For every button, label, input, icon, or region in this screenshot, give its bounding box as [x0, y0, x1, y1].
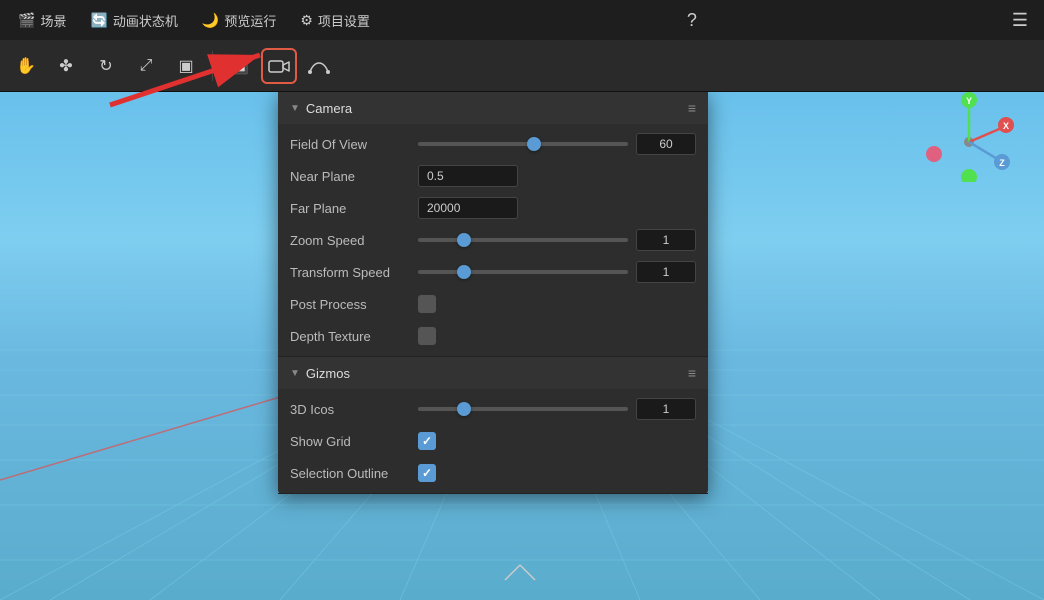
menu-button[interactable]: ☰ [1006, 10, 1034, 31]
near-plane-label: Near Plane [290, 169, 410, 184]
selection-outline-label: Selection Outline [290, 466, 410, 481]
preview-icon: 🌙 [202, 12, 219, 29]
near-plane-control [418, 165, 696, 187]
scene-icon: 🎬 [18, 12, 35, 29]
camera-section: ▼ Camera ≡ Field Of View Near Plane [278, 92, 708, 357]
field-of-view-slider-thumb[interactable] [527, 137, 541, 151]
field-of-view-input[interactable] [636, 133, 696, 155]
menu-animation[interactable]: 🔄 动画状态机 [82, 7, 185, 34]
selection-outline-checkbox[interactable]: ✓ [418, 464, 436, 482]
field-of-view-row: Field Of View [278, 128, 708, 160]
menu-preview[interactable]: 🌙 预览运行 [194, 7, 284, 34]
post-process-checkbox[interactable] [418, 295, 436, 313]
far-plane-input[interactable] [418, 197, 518, 219]
transform-speed-input[interactable] [636, 261, 696, 283]
move-tool-button[interactable]: ✤ [48, 48, 84, 84]
depth-texture-row: Depth Texture [278, 320, 708, 352]
menubar: 🎬 场景 🔄 动画状态机 🌙 预览运行 ⚙ 项目设置 ? ☰ [0, 0, 1044, 40]
3d-icos-input[interactable] [636, 398, 696, 420]
animation-label: 动画状态机 [113, 11, 178, 30]
zoom-speed-label: Zoom Speed [290, 233, 410, 248]
selection-outline-row: Selection Outline ✓ [278, 457, 708, 489]
camera-section-menu-icon[interactable]: ≡ [688, 100, 696, 116]
transform-speed-label: Transform Speed [290, 265, 410, 280]
transform-speed-slider-thumb[interactable] [457, 265, 471, 279]
depth-texture-checkbox[interactable] [418, 327, 436, 345]
toolbar: ✋ ✤ ↻ ⤢ ▣ 🔲 [0, 40, 1044, 92]
gizmo-widget: Y X Z [924, 92, 1014, 182]
selection-outline-checkmark: ✓ [422, 466, 432, 480]
svg-text:X: X [1003, 121, 1009, 131]
3d-icos-slider-track[interactable] [418, 407, 628, 411]
gizmos-chevron-icon: ▼ [290, 368, 300, 379]
toolbar-separator [212, 51, 213, 81]
rotate-tool-button[interactable]: ↻ [88, 48, 124, 84]
3d-icos-slider-thumb[interactable] [457, 402, 471, 416]
transform-speed-control [418, 261, 696, 283]
depth-texture-label: Depth Texture [290, 329, 410, 344]
3d-icos-control [418, 398, 696, 420]
camera-tool-button[interactable] [261, 48, 297, 84]
object-tool-button[interactable]: 🔲 [221, 48, 257, 84]
svg-text:Z: Z [999, 158, 1005, 168]
zoom-speed-row: Zoom Speed [278, 224, 708, 256]
far-plane-label: Far Plane [290, 201, 410, 216]
project-icon: ⚙ [300, 12, 313, 29]
transform-speed-slider-track[interactable] [418, 270, 628, 274]
selection-outline-control: ✓ [418, 464, 696, 482]
curve-tool-button[interactable] [301, 48, 337, 84]
camera-section-title: Camera [306, 101, 352, 116]
zoom-speed-slider-thumb[interactable] [457, 233, 471, 247]
field-of-view-control [418, 133, 696, 155]
scale-tool-button[interactable]: ⤢ [128, 48, 164, 84]
camera-section-body: Field Of View Near Plane Far Plane [278, 124, 708, 356]
far-plane-row: Far Plane [278, 192, 708, 224]
settings-panel: ▼ Camera ≡ Field Of View Near Plane [278, 92, 708, 494]
svg-text:Y: Y [966, 96, 972, 106]
gizmos-section-title-group: ▼ Gizmos [290, 366, 350, 381]
3d-icos-label: 3D Icos [290, 402, 410, 417]
post-process-label: Post Process [290, 297, 410, 312]
show-grid-row: Show Grid ✓ [278, 425, 708, 457]
show-grid-checkbox[interactable]: ✓ [418, 432, 436, 450]
depth-texture-control [418, 327, 696, 345]
show-grid-checkmark: ✓ [422, 434, 432, 448]
zoom-speed-control [418, 229, 696, 251]
field-of-view-slider-track[interactable] [418, 142, 628, 146]
menu-scene[interactable]: 🎬 场景 [10, 7, 74, 34]
camera-section-title-group: ▼ Camera [290, 101, 352, 116]
post-process-control [418, 295, 696, 313]
preview-label: 预览运行 [224, 11, 276, 30]
scene-label: 场景 [40, 11, 66, 30]
help-button[interactable]: ? [681, 10, 703, 31]
animation-icon: 🔄 [90, 12, 107, 29]
show-grid-control: ✓ [418, 432, 696, 450]
show-grid-label: Show Grid [290, 434, 410, 449]
field-of-view-label: Field Of View [290, 137, 410, 152]
near-plane-row: Near Plane [278, 160, 708, 192]
post-process-row: Post Process [278, 288, 708, 320]
menu-project[interactable]: ⚙ 项目设置 [292, 7, 378, 34]
far-plane-control [418, 197, 696, 219]
zoom-speed-input[interactable] [636, 229, 696, 251]
zoom-speed-slider-track[interactable] [418, 238, 628, 242]
gizmos-section-title: Gizmos [306, 366, 350, 381]
project-label: 项目设置 [318, 11, 370, 30]
camera-section-header[interactable]: ▼ Camera ≡ [278, 92, 708, 124]
transform-speed-row: Transform Speed [278, 256, 708, 288]
3d-icos-row: 3D Icos [278, 393, 708, 425]
rect-tool-button[interactable]: ▣ [168, 48, 204, 84]
gizmos-section-body: 3D Icos Show Grid ✓ Select [278, 389, 708, 493]
camera-chevron-icon: ▼ [290, 103, 300, 114]
hand-tool-button[interactable]: ✋ [8, 48, 44, 84]
gizmos-section: ▼ Gizmos ≡ 3D Icos Show Grid [278, 357, 708, 494]
near-plane-input[interactable] [418, 165, 518, 187]
gizmos-section-menu-icon[interactable]: ≡ [688, 365, 696, 381]
gizmos-section-header[interactable]: ▼ Gizmos ≡ [278, 357, 708, 389]
